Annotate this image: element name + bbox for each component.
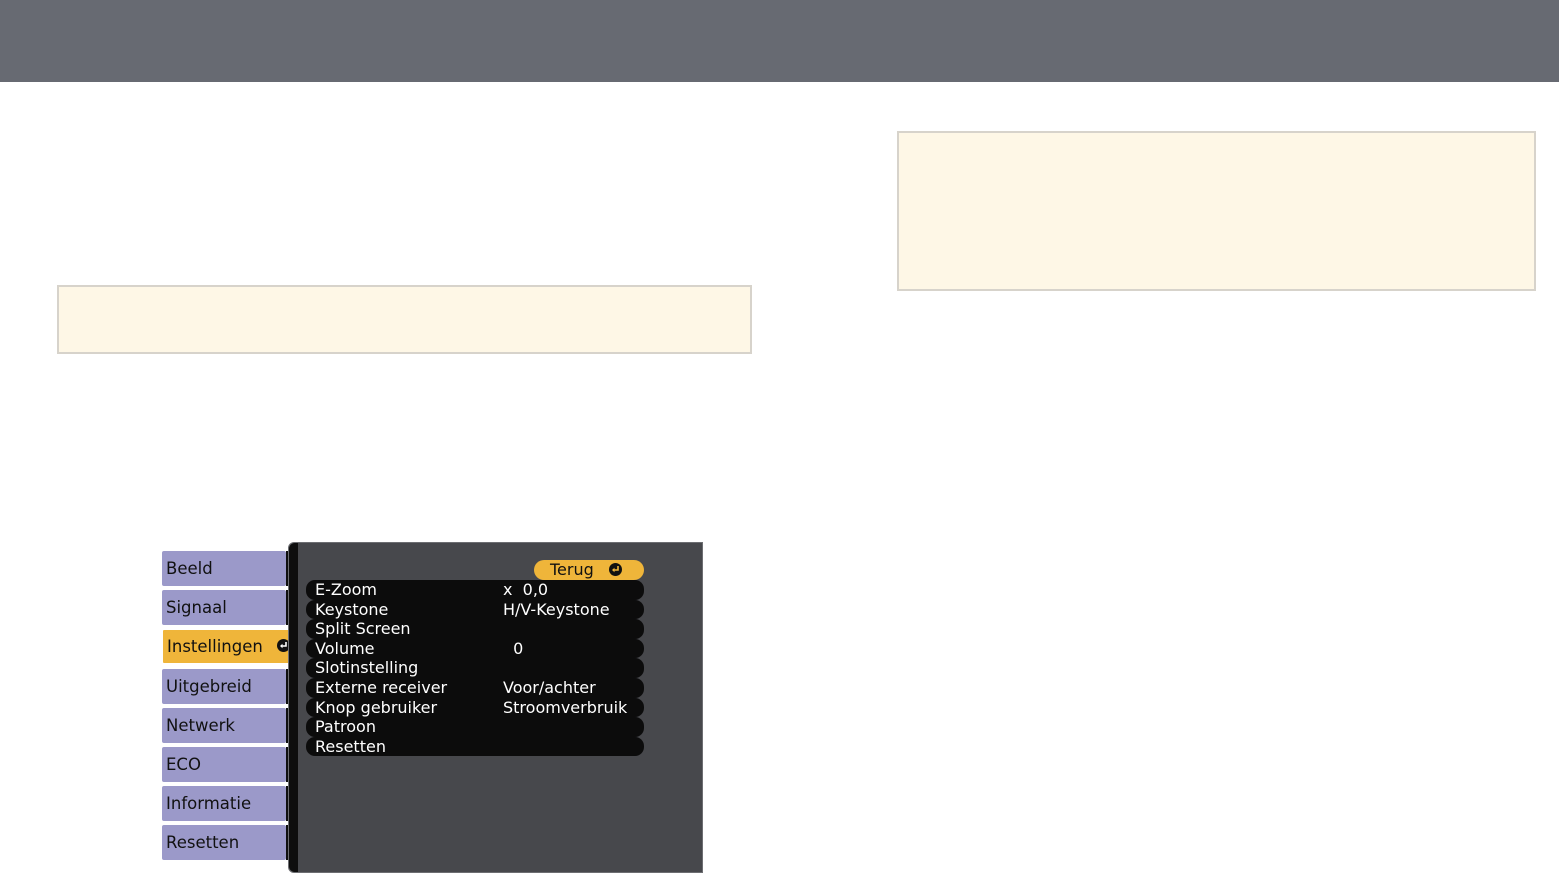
page: Beeld Signaal Instellingen Uitgebreid Ne… [0,0,1559,873]
menu-item-resetten[interactable]: Resetten [306,736,644,757]
menu-item-label: Resetten [315,736,386,756]
menu-item-label: Volume [315,638,375,658]
header-bar [0,0,1559,82]
menu-tab-label: Netwerk [166,716,235,735]
menu-item-knop-gebruiker[interactable]: Knop gebruiker Stroomverbruik [306,697,644,718]
menu-item-value: H/V-Keystone [503,599,610,619]
settings-list: E-Zoom x 0,0 Keystone H/V-Keystone Split… [306,580,644,757]
menu-item-e-zoom[interactable]: E-Zoom x 0,0 [306,580,644,600]
menu-item-label: Slotinstelling [315,658,419,678]
menu-tab-resetten[interactable]: Resetten [162,825,298,860]
menu-tab-list: Beeld Signaal Instellingen Uitgebreid Ne… [162,551,298,863]
menu-tab-label: Instellingen [167,637,263,656]
note-box [57,285,752,354]
menu-tab-label: Informatie [166,794,252,813]
menu-item-value: x 0,0 [503,580,549,599]
menu-tab-signaal[interactable]: Signaal [162,590,298,625]
back-button-label: Terug [550,560,594,579]
menu-tab-instellingen[interactable]: Instellingen [162,629,296,664]
note-box [897,131,1536,291]
menu-tab-uitgebreid[interactable]: Uitgebreid [162,669,298,704]
menu-tab-label: Signaal [166,598,227,617]
enter-icon [609,563,622,576]
menu-tab-netwerk[interactable]: Netwerk [162,708,298,743]
menu-item-label: Keystone [315,599,389,619]
menu-tab-eco[interactable]: ECO [162,747,298,782]
menu-item-value: 0 [503,638,524,658]
menu-item-externe-receiver[interactable]: Externe receiver Voor/achter [306,678,644,698]
menu-item-label: Externe receiver [315,678,448,697]
menu-item-label: Patroon [315,717,376,737]
menu-item-label: Knop gebruiker [315,697,438,717]
menu-item-volume[interactable]: Volume 0 [306,638,644,659]
menu-item-value: Voor/achter [503,678,596,697]
menu-item-patroon[interactable]: Patroon [306,717,644,737]
menu-tab-label: Resetten [166,833,240,852]
menu-tab-label: Beeld [166,559,213,578]
menu-item-split-screen[interactable]: Split Screen [306,619,644,639]
menu-tab-label: Uitgebreid [166,677,252,696]
menu-item-keystone[interactable]: Keystone H/V-Keystone [306,599,644,620]
menu-item-slotinstelling[interactable]: Slotinstelling [306,658,644,678]
menu-item-value: Stroomverbruik [503,697,628,717]
menu-item-label: E-Zoom [315,580,378,599]
back-button[interactable]: Terug [534,560,644,580]
menu-item-label: Split Screen [315,619,411,639]
menu-tab-informatie[interactable]: Informatie [162,786,298,821]
menu-tab-beeld[interactable]: Beeld [162,551,298,586]
menu-tab-label: ECO [166,755,201,774]
